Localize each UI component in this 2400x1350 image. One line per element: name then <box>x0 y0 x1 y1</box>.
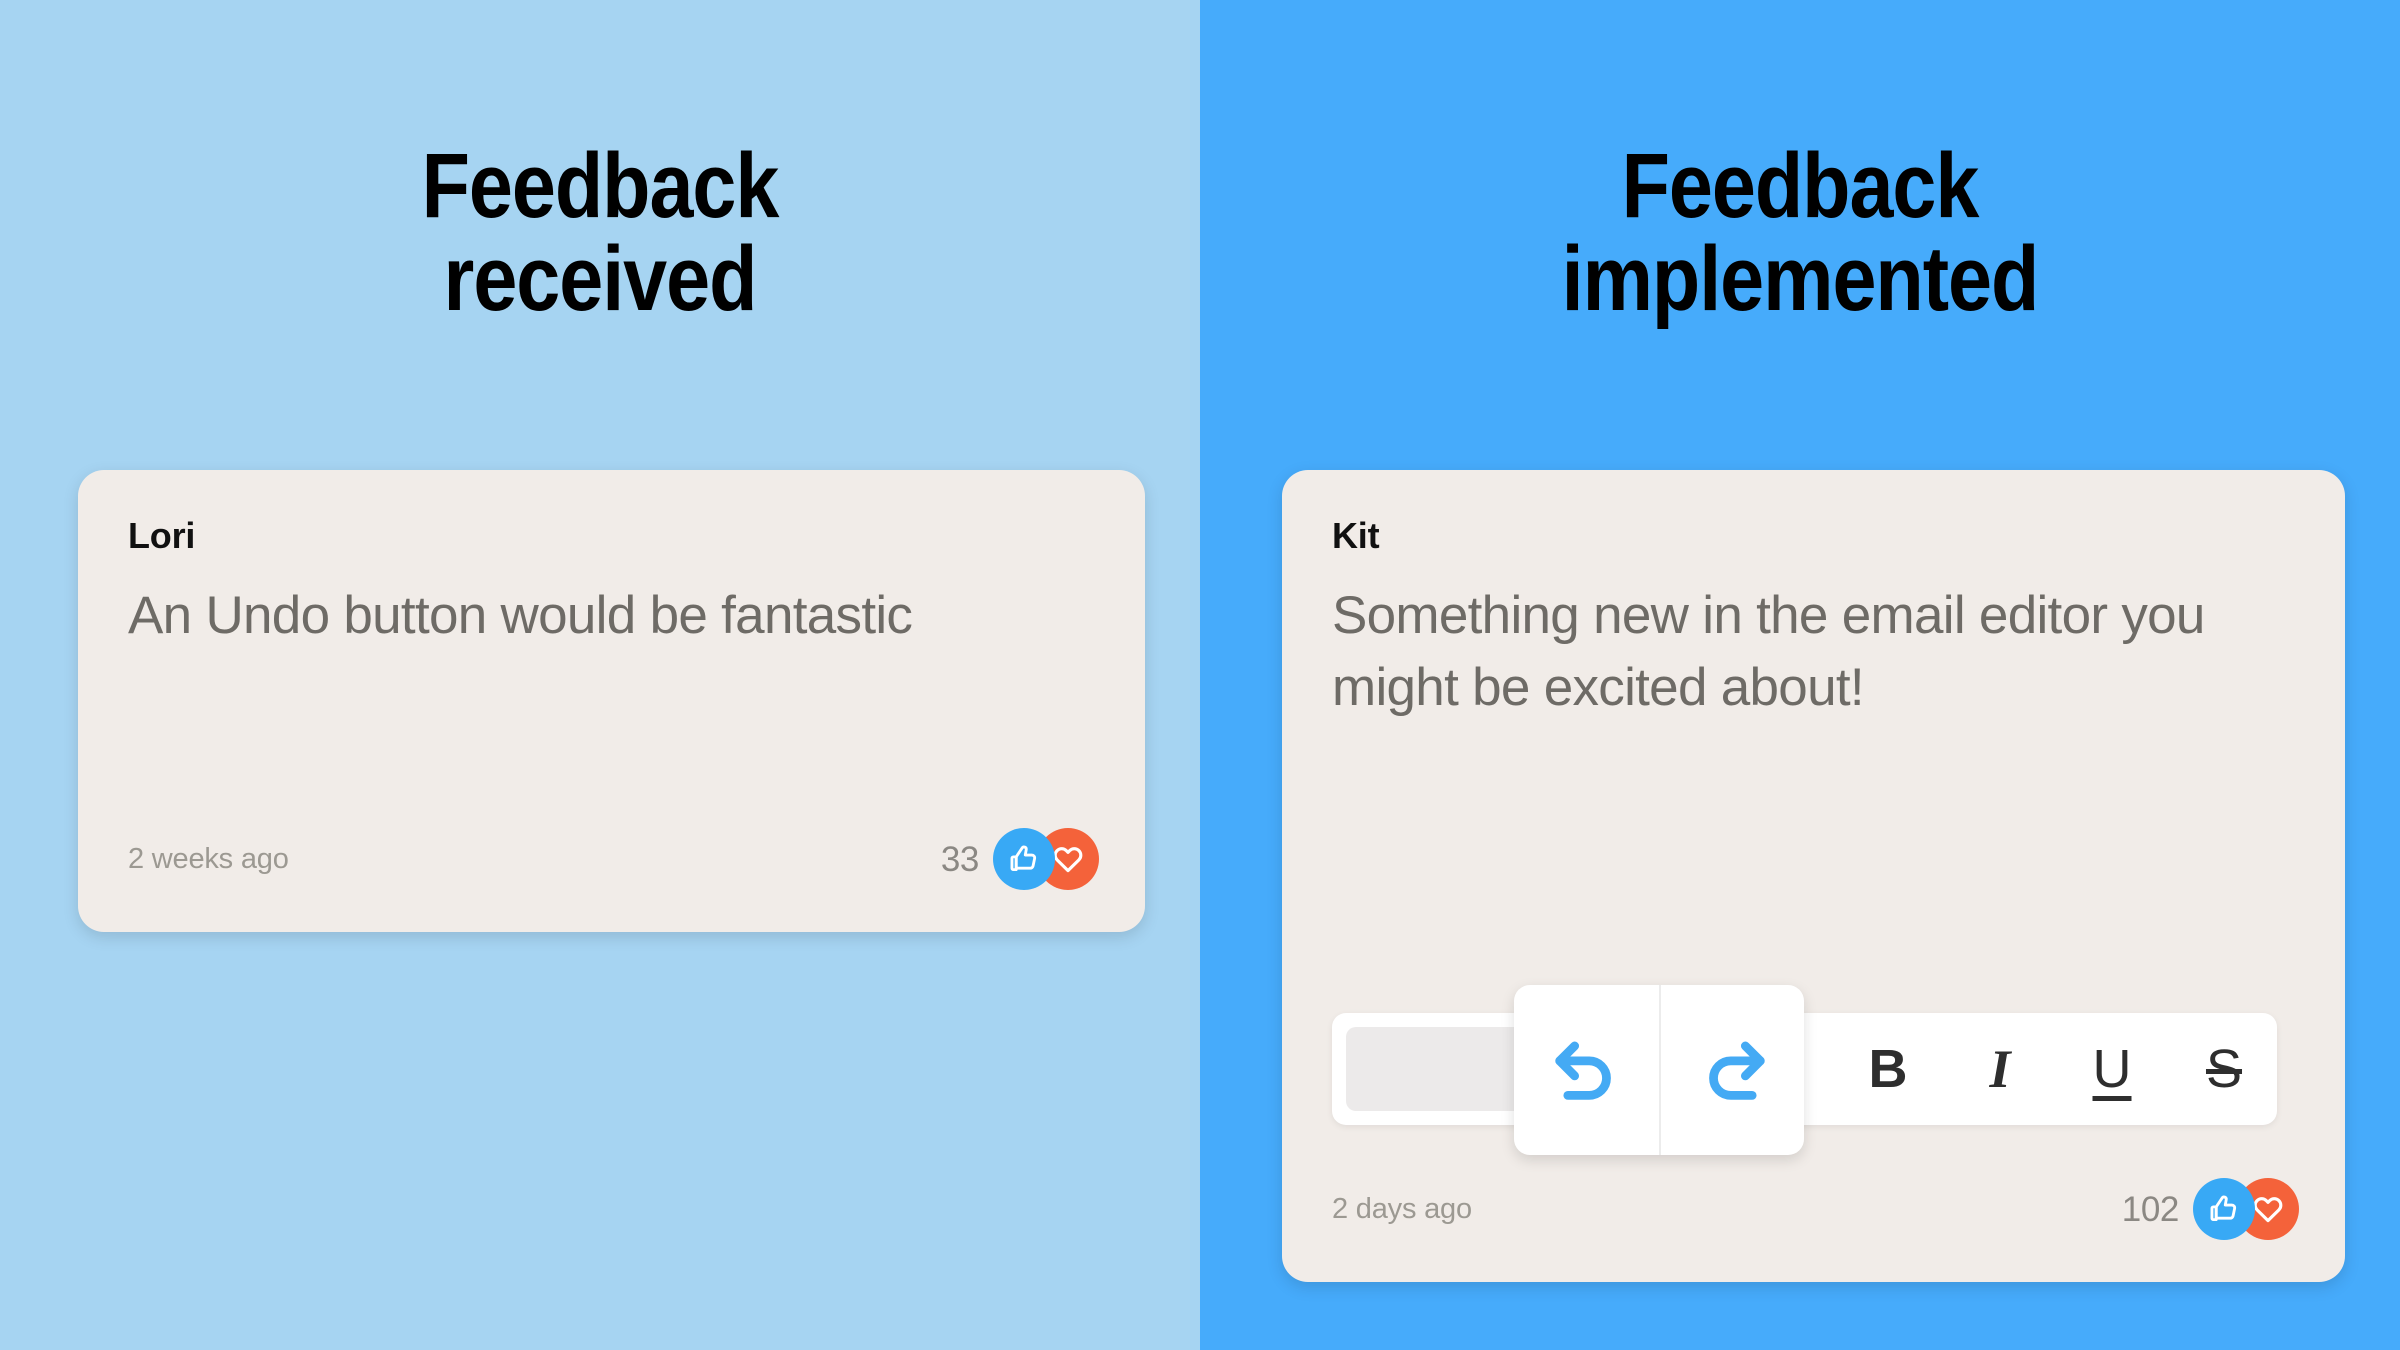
reactions-group: 33 <box>941 828 1099 890</box>
underline-button[interactable]: U <box>2056 1013 2168 1125</box>
underline-icon: U <box>2092 1039 2132 1099</box>
card-body-text: Something new in the email editor you mi… <box>1332 586 2205 718</box>
reaction-badge-stack[interactable] <box>993 828 1099 890</box>
undo-button[interactable] <box>1514 985 1659 1155</box>
bold-icon: B <box>1868 1039 1908 1099</box>
card-timestamp: 2 days ago <box>1332 1192 1472 1225</box>
strikethrough-icon: S <box>2205 1039 2243 1099</box>
toolbar-bar: B I U S <box>1332 1013 2277 1125</box>
reactions-group: 102 <box>2122 1178 2299 1240</box>
card-author-name: Lori <box>128 515 196 556</box>
bold-button[interactable]: B <box>1832 1013 1944 1125</box>
format-button-group: B I U S <box>1832 1013 2280 1125</box>
redo-arrow-icon <box>1694 1031 1772 1109</box>
thumbs-up-icon[interactable] <box>2193 1178 2255 1240</box>
feedback-card-lori[interactable]: Lori An Undo button would be fantastic 2… <box>78 470 1145 932</box>
card-author-name: Kit <box>1332 515 1380 556</box>
reaction-badge-stack[interactable] <box>2193 1178 2299 1240</box>
panel-feedback-received: Feedback received Lori An Undo button wo… <box>0 0 1200 1350</box>
card-body-text: An Undo button would be fantastic <box>128 586 913 645</box>
italic-icon: I <box>1989 1039 2011 1099</box>
undo-redo-pill <box>1514 985 1804 1155</box>
redo-button[interactable] <box>1659 985 1804 1155</box>
comparison-graphic: Feedback received Lori An Undo button wo… <box>0 0 2400 1350</box>
card-timestamp: 2 weeks ago <box>128 842 289 875</box>
undo-arrow-icon <box>1548 1031 1626 1109</box>
page-title-feedback-received: Feedback received <box>421 134 780 331</box>
reaction-count: 102 <box>2121 1189 2180 1229</box>
strikethrough-button[interactable]: S <box>2168 1013 2280 1125</box>
card-footer: 2 days ago 102 <box>1332 1178 2299 1240</box>
email-editor-toolbar: B I U S <box>1332 985 2277 1155</box>
card-footer: 2 weeks ago 33 <box>128 828 1099 890</box>
thumbs-up-icon[interactable] <box>993 828 1055 890</box>
reaction-count: 33 <box>940 839 980 879</box>
feedback-card-kit[interactable]: Kit Something new in the email editor yo… <box>1282 470 2345 1282</box>
italic-button[interactable]: I <box>1944 1013 2056 1125</box>
page-title-feedback-implemented: Feedback implemented <box>1561 134 2040 331</box>
